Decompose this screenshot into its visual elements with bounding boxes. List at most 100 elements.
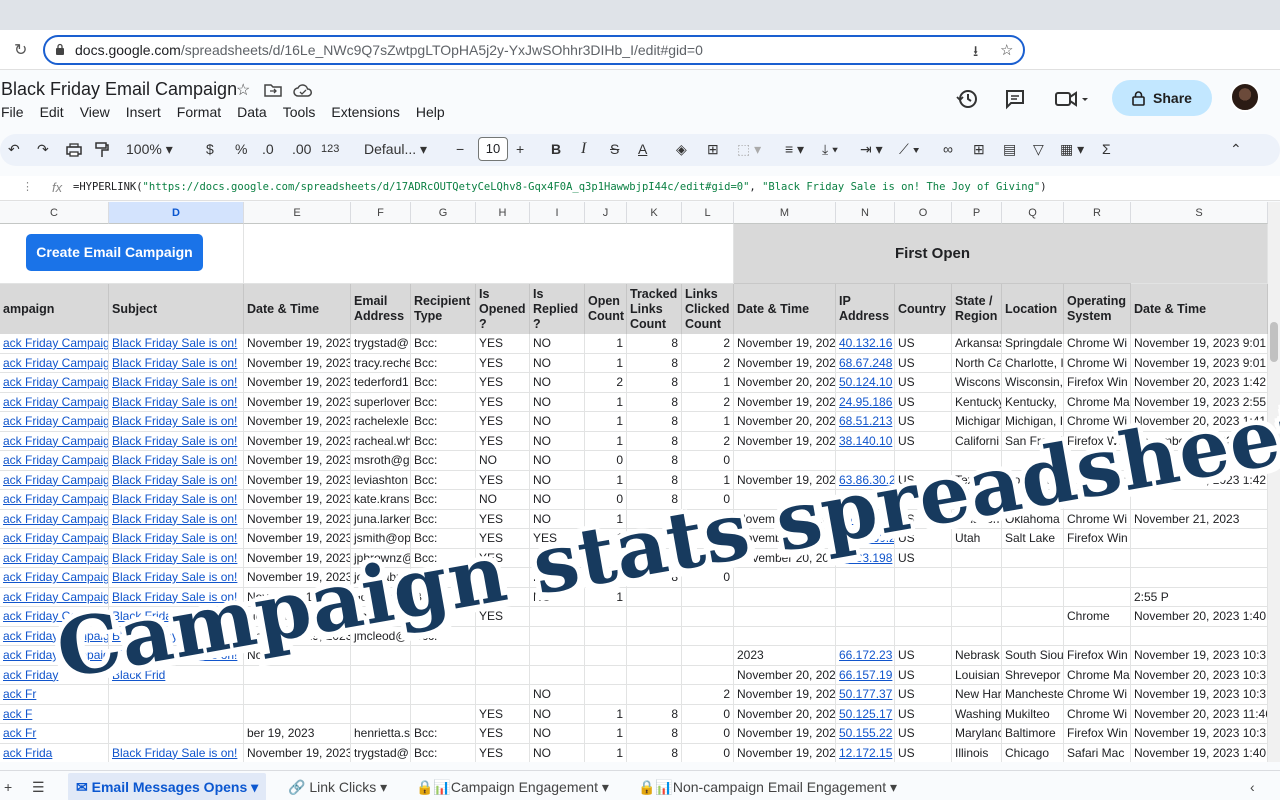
table-cell[interactable]: Bcc: <box>411 373 476 393</box>
table-cell[interactable] <box>734 587 836 607</box>
table-cell[interactable]: trygstad@ <box>351 334 411 354</box>
table-cell[interactable]: 63.86.30.2 <box>836 470 895 490</box>
table-cell[interactable]: ack Fr <box>0 724 109 744</box>
table-cell[interactable]: 1 <box>585 724 627 744</box>
formula-bar[interactable]: ⋮ fx =HYPERLINK("https://docs.google.com… <box>0 176 1280 201</box>
column-header-c[interactable]: C <box>0 202 109 224</box>
table-cell[interactable]: jsmith@op <box>351 529 411 549</box>
table-cell[interactable] <box>1064 451 1131 471</box>
header-cell[interactable]: ampaign <box>0 284 109 334</box>
table-cell[interactable]: 66.157.19 <box>836 665 895 685</box>
table-cell[interactable]: YES <box>476 743 530 762</box>
table-cell[interactable]: US <box>895 373 952 393</box>
font-size-input[interactable]: 10 <box>478 137 508 161</box>
table-cell[interactable]: Bcc: <box>411 353 476 373</box>
table-cell[interactable]: ack Friday Campaig <box>0 568 109 588</box>
table-cell[interactable]: Kentucky <box>952 392 1002 412</box>
table-cell[interactable]: November 19, 2023 <box>244 626 351 646</box>
table-cell[interactable]: NO <box>530 587 585 607</box>
table-cell[interactable]: NO <box>530 412 585 432</box>
table-cell[interactable] <box>585 646 627 666</box>
table-cell[interactable]: NO <box>530 743 585 762</box>
document-title[interactable]: Black Friday Email Campaign <box>1 79 237 100</box>
table-cell[interactable]: 2 <box>682 509 734 529</box>
number-format-button[interactable]: 123 <box>321 143 339 155</box>
table-cell[interactable] <box>351 685 411 705</box>
table-cell[interactable]: ber 19, 2023 <box>244 724 351 744</box>
table-cell[interactable]: November 19, 2023 9:01 A <box>1131 353 1268 373</box>
spreadsheet-grid[interactable]: First Open Create Email Campaign ampaign… <box>0 202 1268 762</box>
table-cell[interactable]: 50.155.22 <box>836 724 895 744</box>
table-cell[interactable]: November 19, 2023 <box>244 490 351 510</box>
table-cell[interactable]: US <box>895 548 952 568</box>
column-header-e[interactable]: E <box>244 202 351 224</box>
table-cell[interactable]: Black Friday Sale is on! <box>109 353 244 373</box>
table-cell[interactable]: US <box>895 529 952 549</box>
table-cell[interactable]: Chicago <box>1002 743 1064 762</box>
table-cell[interactable]: 2 <box>682 529 734 549</box>
table-cell[interactable]: Michigar <box>952 412 1002 432</box>
table-cell[interactable]: 50.94.80.2 <box>836 529 895 549</box>
table-cell[interactable]: Springdale <box>1002 334 1064 354</box>
table-cell[interactable]: ack Frida <box>0 743 109 762</box>
table-cell[interactable]: 0 <box>682 490 734 510</box>
table-cell[interactable]: NO <box>476 451 530 471</box>
table-cell[interactable]: November 20, 2023 11:46 <box>1131 704 1268 724</box>
table-cell[interactable]: ack Fr <box>0 685 109 705</box>
text-wrap-icon[interactable]: ⇥ ▾ <box>860 141 883 158</box>
table-cell[interactable] <box>109 704 244 724</box>
currency-format-button[interactable]: $ <box>206 141 214 157</box>
header-cell[interactable]: State / Region <box>952 284 1002 334</box>
table-cell[interactable]: Black Friday Sale is on! <box>109 587 244 607</box>
table-cell[interactable] <box>1064 587 1131 607</box>
table-cell[interactable]: Bcc: <box>411 412 476 432</box>
table-cell[interactable]: joshuabra <box>351 568 411 588</box>
table-cell[interactable] <box>351 646 411 666</box>
text-rotation-icon[interactable]: ⟋ ▾ <box>899 141 920 158</box>
table-cell[interactable]: NO <box>476 568 530 588</box>
table-cell[interactable]: ack Friday Campaig <box>0 607 109 627</box>
table-cell[interactable] <box>627 626 682 646</box>
tab-campaign-engagement[interactable]: 🔒📊Campaign Engagement ▾ <box>408 773 617 800</box>
table-cell[interactable] <box>1131 626 1268 646</box>
table-cell[interactable] <box>895 451 952 471</box>
table-cell[interactable]: 1 <box>585 353 627 373</box>
table-cell[interactable]: November 20, 2023 <box>734 373 836 393</box>
version-history-icon[interactable] <box>956 88 978 110</box>
table-cell[interactable]: Firefox Win <box>1064 646 1131 666</box>
table-cell[interactable] <box>1002 568 1064 588</box>
menu-extensions[interactable]: Extensions <box>323 104 407 120</box>
table-cell[interactable]: YES <box>476 412 530 432</box>
table-cell[interactable] <box>1131 490 1268 510</box>
table-cell[interactable]: 1 <box>585 509 627 529</box>
table-cell[interactable]: Michigan, I <box>1002 412 1064 432</box>
table-cell[interactable]: 8 <box>627 334 682 354</box>
tab-link-clicks[interactable]: 🔗 Link Clicks ▾ <box>280 773 395 800</box>
omnibox[interactable]: docs.google.com/spreadsheets/d/16Le_NWc9… <box>43 35 1025 65</box>
table-cell[interactable]: Oklahoma <box>1002 509 1064 529</box>
header-cell[interactable]: Date & Time <box>734 284 836 334</box>
column-header-k[interactable]: K <box>627 202 682 224</box>
table-cell[interactable]: November 19, 2023 <box>244 470 351 490</box>
table-cell[interactable] <box>244 685 351 705</box>
reload-icon[interactable]: ↻ <box>14 40 27 60</box>
table-cell[interactable]: 1 <box>585 431 627 451</box>
install-icon[interactable]: ⭳ <box>973 41 978 66</box>
table-cell[interactable]: Kentucky, <box>1002 392 1064 412</box>
table-cell[interactable]: 38.140.10 <box>836 431 895 451</box>
table-cell[interactable] <box>1002 587 1064 607</box>
table-cell[interactable]: Arkansas <box>952 334 1002 354</box>
increase-decimal-button[interactable]: .00 <box>292 141 311 157</box>
table-cell[interactable] <box>734 490 836 510</box>
table-cell[interactable]: Bcc: <box>411 431 476 451</box>
table-cell[interactable] <box>1064 626 1131 646</box>
table-cell[interactable] <box>952 490 1002 510</box>
table-cell[interactable]: Houston <box>1002 470 1064 490</box>
table-cell[interactable] <box>351 704 411 724</box>
column-header-g[interactable]: G <box>411 202 476 224</box>
table-cell[interactable] <box>585 626 627 646</box>
table-cell[interactable]: November 19, 2023 <box>734 724 836 744</box>
table-cell[interactable]: 8 <box>627 392 682 412</box>
table-cell[interactable]: Marylanc <box>952 724 1002 744</box>
table-cell[interactable] <box>836 626 895 646</box>
